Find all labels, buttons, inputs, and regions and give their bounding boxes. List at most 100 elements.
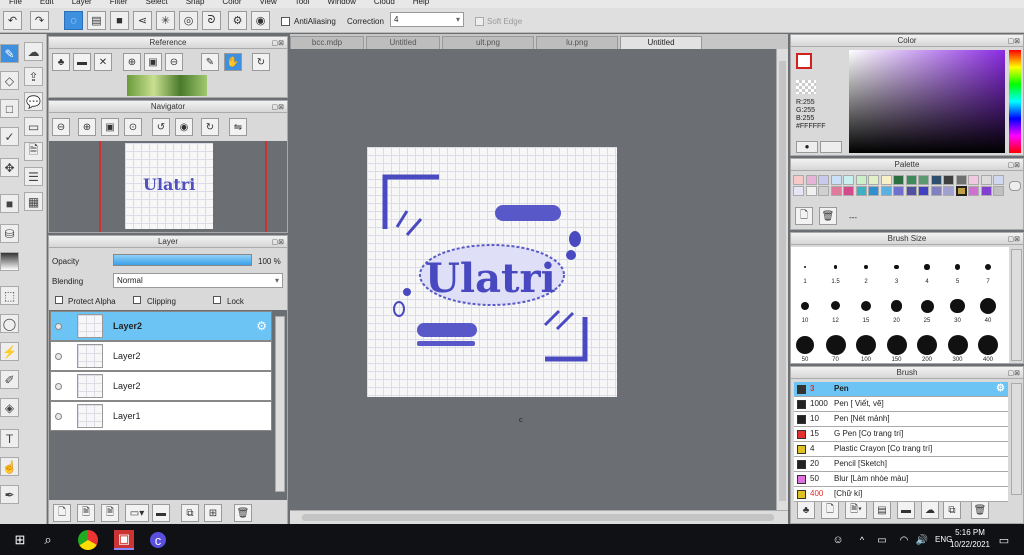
- app-c-icon[interactable]: c: [150, 532, 166, 548]
- menu-item[interactable]: Color: [222, 0, 241, 6]
- palette-swatch[interactable]: [818, 186, 829, 196]
- brush-cloud-icon[interactable]: ☁: [921, 501, 939, 519]
- menu-item[interactable]: Window: [327, 0, 355, 6]
- menu-item[interactable]: View: [260, 0, 277, 6]
- protect-alpha-checkbox[interactable]: [55, 296, 63, 304]
- brush-size-dot[interactable]: [978, 335, 998, 355]
- brush-tree-icon[interactable]: ♣: [797, 501, 815, 519]
- palette-swatch[interactable]: [855, 175, 867, 185]
- eye-icon[interactable]: [55, 323, 62, 330]
- brush-size-dot[interactable]: [856, 335, 876, 355]
- layer-scrollbar[interactable]: [275, 316, 285, 492]
- brush-size-dot[interactable]: [979, 297, 997, 315]
- gear-icon[interactable]: ⚙: [996, 382, 1005, 396]
- rotate-reset-icon[interactable]: ◉: [175, 118, 193, 136]
- clock-date[interactable]: 10/22/2021: [948, 540, 992, 549]
- text-tool-icon[interactable]: T: [0, 429, 19, 448]
- palette-more[interactable]: ---: [849, 213, 857, 222]
- menu-item[interactable]: Edit: [40, 0, 54, 6]
- brush-item[interactable]: 400 [Chữ kí]: [794, 487, 1008, 502]
- navigator-view[interactable]: Ulatri: [49, 141, 287, 232]
- brush-size-dot[interactable]: [920, 299, 934, 313]
- windows-start-icon[interactable]: ⊞: [10, 530, 30, 550]
- lasso-icon[interactable]: ◯: [0, 314, 19, 333]
- notification-icon[interactable]: ▭: [994, 530, 1014, 550]
- document-tab[interactable]: ult.png: [442, 36, 534, 49]
- color-wheel-mode-button[interactable]: ●: [796, 141, 818, 153]
- duplicate-icon[interactable]: ⧉: [181, 504, 199, 522]
- select-icon[interactable]: ⬚: [0, 286, 19, 305]
- palette-scroll[interactable]: [1009, 181, 1021, 191]
- people-icon[interactable]: ☺: [828, 530, 848, 550]
- palette-swatch[interactable]: [930, 186, 942, 196]
- brush-size-scrollbar[interactable]: [1011, 249, 1022, 361]
- eyedropper-icon[interactable]: ✒: [0, 485, 19, 504]
- fill-rect-icon[interactable]: ■: [0, 194, 19, 213]
- document-tab[interactable]: lu.png: [536, 36, 618, 49]
- transparent-swatch[interactable]: [796, 80, 816, 94]
- soft-edge-checkbox[interactable]: [475, 17, 484, 26]
- select-all-button[interactable]: ▤: [87, 11, 106, 30]
- wifi-icon[interactable]: ◠: [894, 530, 914, 550]
- palette-swatch[interactable]: [843, 186, 854, 196]
- new-half-layer-icon[interactable]: 🗎: [77, 504, 95, 522]
- panel-float-icon[interactable]: ▢⊠: [272, 38, 284, 50]
- palette-swatch[interactable]: [918, 186, 929, 196]
- clipping-checkbox[interactable]: [133, 296, 141, 304]
- zoom-out-icon[interactable]: ⊖: [165, 53, 183, 71]
- bucket-icon[interactable]: ⛁: [0, 224, 19, 243]
- brush-size-dot[interactable]: [954, 264, 961, 270]
- speech-bubble-icon[interactable]: 💬: [24, 92, 43, 111]
- page-icon[interactable]: 🗎: [24, 142, 43, 161]
- brush-size-dot[interactable]: [917, 335, 937, 355]
- panel-float-icon[interactable]: ▢⊠: [1008, 234, 1020, 246]
- panel-float-icon[interactable]: ▢⊠: [272, 237, 284, 249]
- hue-slider[interactable]: [1009, 50, 1021, 153]
- palette-swatch[interactable]: [843, 175, 854, 185]
- palette-swatch[interactable]: [855, 186, 867, 196]
- new-brush-icon[interactable]: 🗋: [821, 501, 839, 519]
- brush-size-dot[interactable]: [886, 335, 907, 355]
- rotate-left-icon[interactable]: ↺: [152, 118, 170, 136]
- vertical-scroll-thumb[interactable]: [779, 61, 786, 501]
- gradient-icon[interactable]: [0, 252, 19, 271]
- palette-swatch[interactable]: [893, 186, 904, 196]
- palette-swatch[interactable]: [818, 175, 829, 185]
- document-tab[interactable]: Untitled: [620, 36, 702, 49]
- flip-icon[interactable]: ⇋: [229, 118, 247, 136]
- palette-swatch[interactable]: [805, 175, 817, 185]
- palette-swatch[interactable]: [868, 175, 879, 185]
- brush-item[interactable]: 15 G Pen [Cọ trang trí]: [794, 427, 1008, 442]
- chevron-up-icon[interactable]: ^: [852, 530, 872, 550]
- lock-checkbox[interactable]: [213, 296, 221, 304]
- search-icon[interactable]: ⌕: [38, 530, 58, 550]
- palette-swatch[interactable]: [868, 186, 879, 196]
- brush-size-dot[interactable]: [803, 265, 807, 269]
- saturation-value-picker[interactable]: [849, 50, 1005, 153]
- eye-icon[interactable]: [55, 353, 62, 360]
- palette-swatch[interactable]: [918, 175, 929, 185]
- palette-swatch[interactable]: [905, 175, 917, 185]
- panel-float-icon[interactable]: ▢⊠: [1008, 368, 1020, 380]
- palette-swatch[interactable]: [955, 186, 967, 196]
- canvas-area[interactable]: Ulatri c: [290, 49, 788, 510]
- concentric-ruler-button[interactable]: ◎: [179, 11, 198, 30]
- brush-add-dropdown-icon[interactable]: 🗎▾: [845, 501, 867, 519]
- clock-time[interactable]: 5:16 PM: [950, 528, 990, 537]
- palette-swatch[interactable]: [805, 186, 817, 196]
- rotate-right-icon[interactable]: ↻: [201, 118, 219, 136]
- menu-item[interactable]: Layer: [72, 0, 92, 6]
- lasso-select-button[interactable]: ◌: [64, 11, 83, 30]
- rect-select-icon[interactable]: □: [0, 99, 19, 118]
- brush-size-dot[interactable]: [833, 265, 838, 269]
- brush-duplicate-icon[interactable]: ⧉: [943, 501, 961, 519]
- zoom-out-icon[interactable]: ⊖: [52, 118, 70, 136]
- layer-more-icon[interactable]: ▭▾: [125, 504, 149, 522]
- brush-item[interactable]: 3 Pen ⚙: [794, 382, 1008, 397]
- chrome-icon[interactable]: [78, 530, 98, 550]
- brush-size-dot[interactable]: [950, 298, 965, 314]
- palette-swatch[interactable]: [930, 175, 942, 185]
- menu-item[interactable]: Help: [413, 0, 429, 6]
- correction-select[interactable]: 4 ▾: [390, 12, 464, 27]
- layer-row[interactable]: Layer2: [50, 341, 272, 371]
